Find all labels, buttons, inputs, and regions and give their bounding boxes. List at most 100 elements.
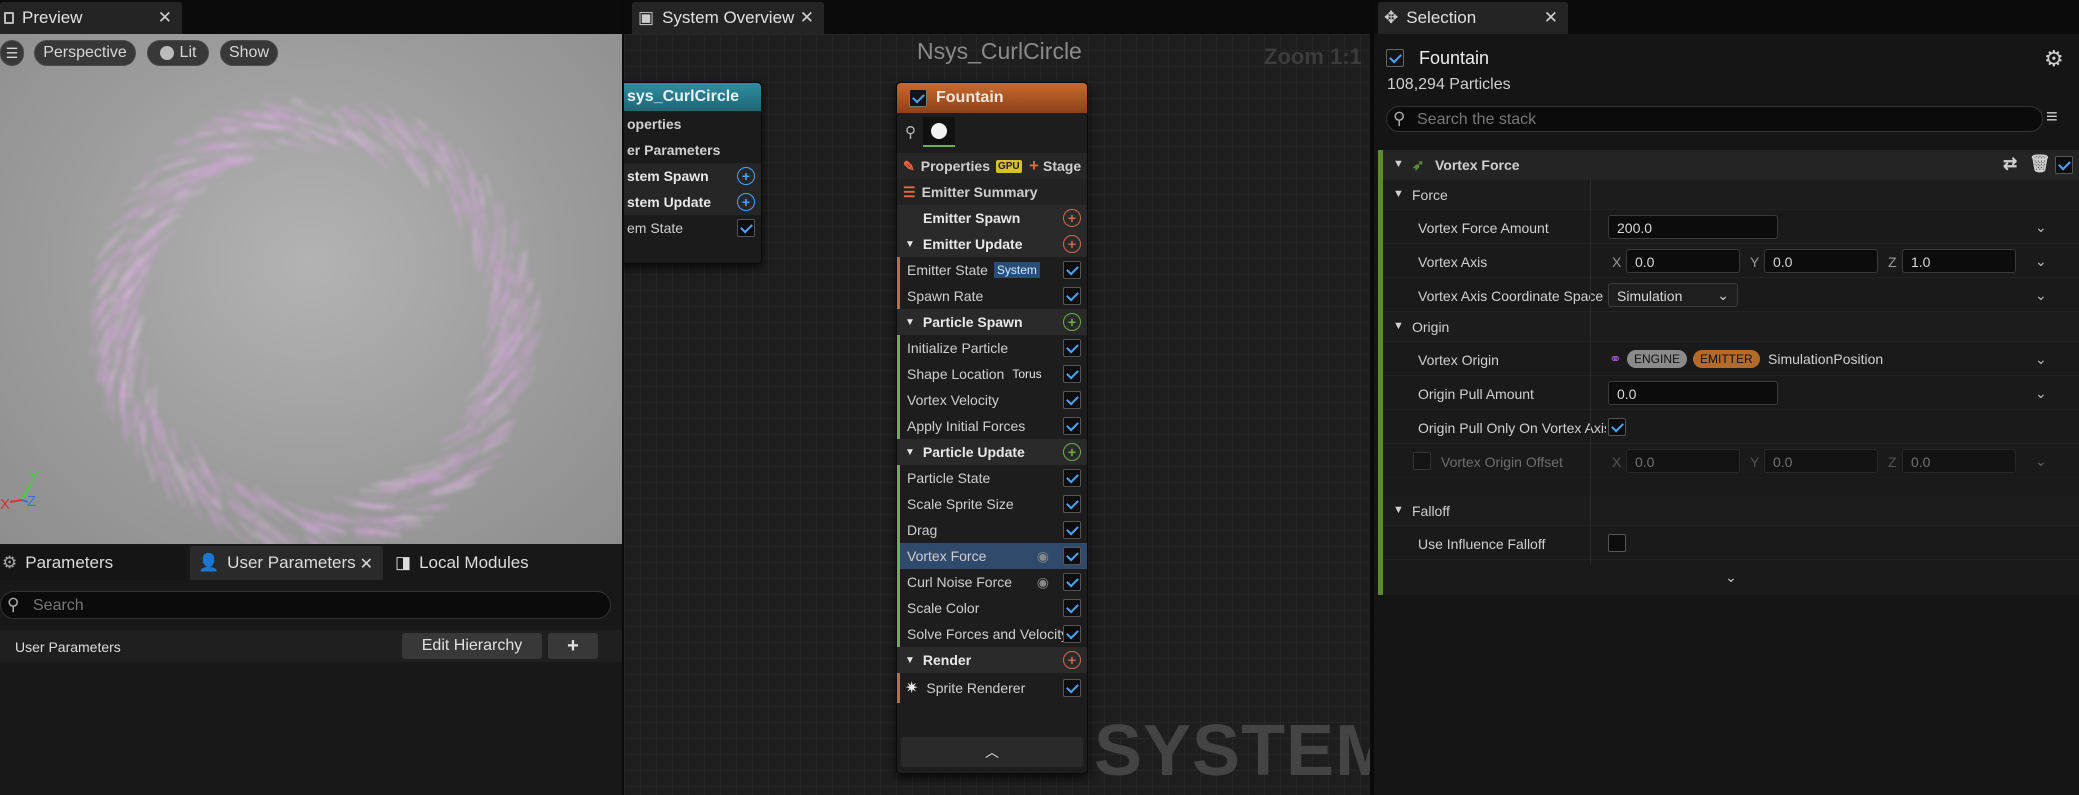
emitter-update-row[interactable]: ▼ Emitter Update + [897,231,1087,257]
module-row[interactable]: Shape Location Torus [897,361,1087,387]
module-row[interactable]: Initialize Particle [897,335,1087,361]
enable-checkbox[interactable] [1063,495,1081,513]
system-node[interactable]: sys_CurlCircle operties er Parameters st… [624,82,762,264]
close-icon[interactable]: ✕ [360,554,373,574]
enable-checkbox[interactable] [1063,521,1081,539]
preview-viewport[interactable]: Y X Z [0,34,622,544]
emitter-enable-checkbox[interactable] [909,89,927,107]
module-row[interactable]: Scale Color [897,595,1087,621]
collapse-caret-icon[interactable]: ▼ [905,447,915,458]
show-button[interactable]: Show [220,40,278,66]
filter-icon[interactable]: ≡ [2046,106,2058,129]
close-icon[interactable]: ✕ [800,8,814,28]
enable-checkbox[interactable] [1063,573,1081,591]
enable-checkbox[interactable] [1063,625,1081,643]
particle-spawn-row[interactable]: ▼ Particle Spawn + [897,309,1087,335]
tab-parameters[interactable]: ⚙ Parameters [0,546,186,580]
chevron-down-icon[interactable]: ⌄ [2035,253,2047,270]
coord-space-dropdown[interactable]: Simulation ⌄ [1608,283,1738,307]
enable-checkbox[interactable] [1063,339,1081,357]
enable-checkbox[interactable] [1063,547,1081,565]
chevron-down-icon[interactable]: ⌄ [2035,453,2047,470]
vortex-axis-y-field[interactable]: 0.0 [1764,249,1878,273]
tab-user-parameters[interactable]: 👤 User Parameters ✕ [190,546,383,580]
graph-canvas[interactable]: Nsys_CurlCircle Zoom 1:1 SYSTEM sys_Curl… [624,34,1370,795]
origin-pull-amount-field[interactable]: 0.0 [1608,381,1778,405]
add-module-icon[interactable]: + [1063,443,1081,461]
collapse-caret-icon[interactable]: ▼ [1393,158,1404,170]
shuffle-icon[interactable]: ⇄ [2003,154,2017,174]
emitter-enable-checkbox[interactable] [1386,49,1404,67]
origin-pull-only-checkbox[interactable] [1608,418,1626,436]
tab-local-modules[interactable]: ◨ Local Modules [387,546,547,580]
add-module-icon[interactable]: + [737,167,755,185]
perspective-button[interactable]: Perspective [34,40,136,66]
close-icon[interactable]: ✕ [158,8,172,28]
enable-checkbox[interactable] [1063,365,1081,383]
stack-search-input[interactable]: ⚲ Search the stack [1386,106,2043,132]
use-falloff-checkbox[interactable] [1608,534,1626,552]
module-row[interactable]: Spawn Rate [897,283,1087,309]
module-row[interactable]: Emitter State System [897,257,1087,283]
vortex-force-amount-field[interactable]: 200.0 [1608,215,1778,239]
add-module-icon[interactable]: + [1063,651,1081,669]
category-falloff[interactable]: ▼ Falloff [1383,496,2079,526]
module-row[interactable]: Solve Forces and Velocity [897,621,1087,647]
add-module-icon[interactable]: + [1063,313,1081,331]
module-row[interactable]: Particle State [897,465,1087,491]
link-icon[interactable]: ⚭ [1609,350,1622,368]
collapse-caret-icon[interactable]: ▼ [1393,188,1404,200]
module-row[interactable]: Curl Noise Force ◉ [897,569,1087,595]
module-enable-checkbox[interactable] [2055,156,2073,174]
collapse-caret-icon[interactable]: ▼ [905,239,915,250]
enable-checkbox[interactable] [1063,287,1081,305]
eye-icon[interactable]: ◉ [1037,574,1049,591]
viewport-menu-button[interactable]: ☰ [0,40,24,66]
add-module-icon[interactable]: + [1063,209,1081,227]
add-module-icon[interactable]: + [737,193,755,211]
add-module-icon[interactable]: + [1063,235,1081,253]
collapse-node-button[interactable]: ︿ [901,737,1083,767]
module-header[interactable]: ▼ ➶ Vortex Force ⇄ 🗑 [1383,150,2079,180]
stage-label[interactable]: Stage [1043,158,1081,174]
expand-more-button[interactable]: ⌄ [1383,565,2079,589]
tab-system-overview[interactable]: ▣ System Overview ✕ [632,2,824,34]
enable-checkbox[interactable] [1063,599,1081,617]
emitter-node[interactable]: Fountain ⚲ ✎ Properties GPU + Stage ☰ Em… [896,82,1088,774]
chevron-down-icon[interactable]: ⌄ [2035,219,2047,236]
vortex-axis-z-field[interactable]: 1.0 [1902,249,2016,273]
collapse-caret-icon[interactable]: ▼ [905,317,915,328]
system-node-row[interactable]: stem Spawn + [624,163,761,189]
system-node-row[interactable]: stem Update + [624,189,761,215]
chevron-down-icon[interactable]: ⌄ [2035,385,2047,402]
enable-checkbox[interactable] [1063,469,1081,487]
collapse-caret-icon[interactable]: ▼ [1393,320,1404,332]
category-origin[interactable]: ▼ Origin [1383,312,2079,342]
enable-checkbox[interactable] [1063,679,1081,697]
particle-update-row[interactable]: ▼ Particle Update + [897,439,1087,465]
properties-row[interactable]: ✎ Properties GPU + Stage [897,153,1087,179]
enable-checkbox[interactable] [1063,417,1081,435]
vortex-axis-x-field[interactable]: 0.0 [1626,249,1740,273]
emitter-node-header[interactable]: Fountain [897,83,1087,113]
system-node-row[interactable]: operties [624,111,761,137]
module-row[interactable]: Vortex Force ◉ [897,543,1087,569]
system-node-row[interactable]: em State [624,215,761,241]
module-row[interactable]: Scale Sprite Size [897,491,1087,517]
chevron-down-icon[interactable]: ⌄ [2035,351,2047,368]
module-row[interactable]: Apply Initial Forces [897,413,1087,439]
collapse-caret-icon[interactable]: ▼ [1393,504,1404,516]
emitter-spawn-row[interactable]: Emitter Spawn + [897,205,1087,231]
add-parameter-button[interactable]: + [548,633,598,659]
origin-offset-x-field[interactable]: 0.0 [1626,449,1740,473]
module-row[interactable]: Drag [897,517,1087,543]
tab-preview[interactable]: Preview ✕ [0,2,182,34]
system-node-row[interactable]: er Parameters [624,137,761,163]
enable-checkbox[interactable] [1063,261,1081,279]
emitter-thumbnail[interactable] [923,117,955,147]
chevron-down-icon[interactable]: ⌄ [2035,287,2047,304]
origin-offset-checkbox[interactable] [1413,452,1431,470]
emitter-summary-row[interactable]: ☰ Emitter Summary [897,179,1087,205]
params-search-input[interactable]: ⚲ Search [0,591,611,619]
module-row[interactable]: Vortex Velocity [897,387,1087,413]
